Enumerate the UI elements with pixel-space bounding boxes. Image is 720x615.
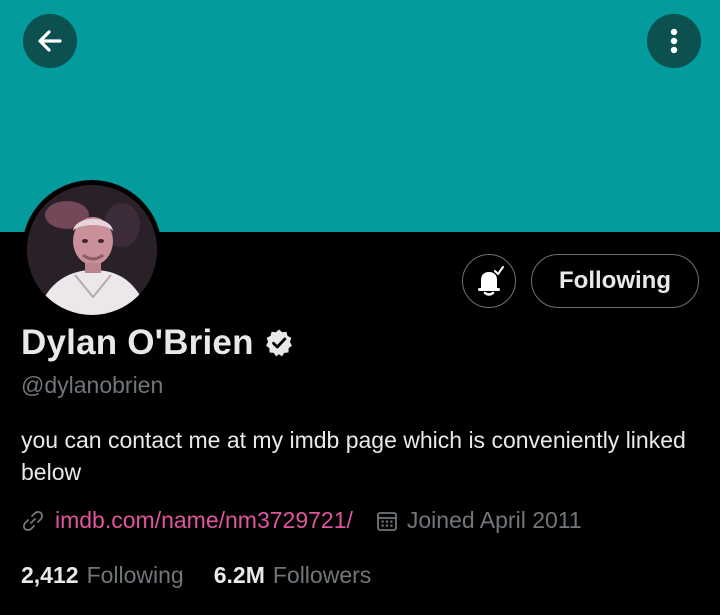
profile-stats-row: 2,412 Following 6.2M Followers xyxy=(21,562,371,589)
profile-meta-row: imdb.com/name/nm3729721/ Joined April 20… xyxy=(21,507,582,534)
back-button[interactable] xyxy=(23,14,77,68)
following-stat[interactable]: 2,412 Following xyxy=(21,562,184,589)
followers-count: 6.2M xyxy=(213,562,265,588)
following-button[interactable]: Following xyxy=(531,254,699,308)
verified-badge-icon[interactable] xyxy=(264,328,294,358)
link-icon xyxy=(23,510,43,531)
profile-name-row: Dylan O'Brien xyxy=(21,323,294,363)
profile-handle: @dylanobrien xyxy=(21,372,164,398)
followers-stat-label: Followers xyxy=(272,562,372,588)
vertical-ellipsis-icon xyxy=(670,28,678,54)
following-stat-label: Following xyxy=(86,562,184,588)
bell-check-icon xyxy=(478,266,504,296)
joined-date: Joined April 2011 xyxy=(406,507,582,533)
avatar-photo xyxy=(27,185,157,315)
more-options-button[interactable] xyxy=(647,14,701,68)
arrow-left-icon xyxy=(38,30,62,52)
calendar-icon xyxy=(376,511,397,531)
profile-bio: you can contact me at my imdb page which… xyxy=(21,427,686,485)
profile-link[interactable]: imdb.com/name/nm3729721/ xyxy=(55,507,353,534)
avatar-frame[interactable] xyxy=(22,180,162,320)
followers-stat[interactable]: 6.2M Followers xyxy=(214,562,372,589)
display-name: Dylan O'Brien xyxy=(21,323,254,362)
notifications-button[interactable] xyxy=(462,254,516,308)
avatar[interactable] xyxy=(27,185,157,315)
following-button-label: Following xyxy=(559,267,671,294)
following-count: 2,412 xyxy=(21,562,79,588)
